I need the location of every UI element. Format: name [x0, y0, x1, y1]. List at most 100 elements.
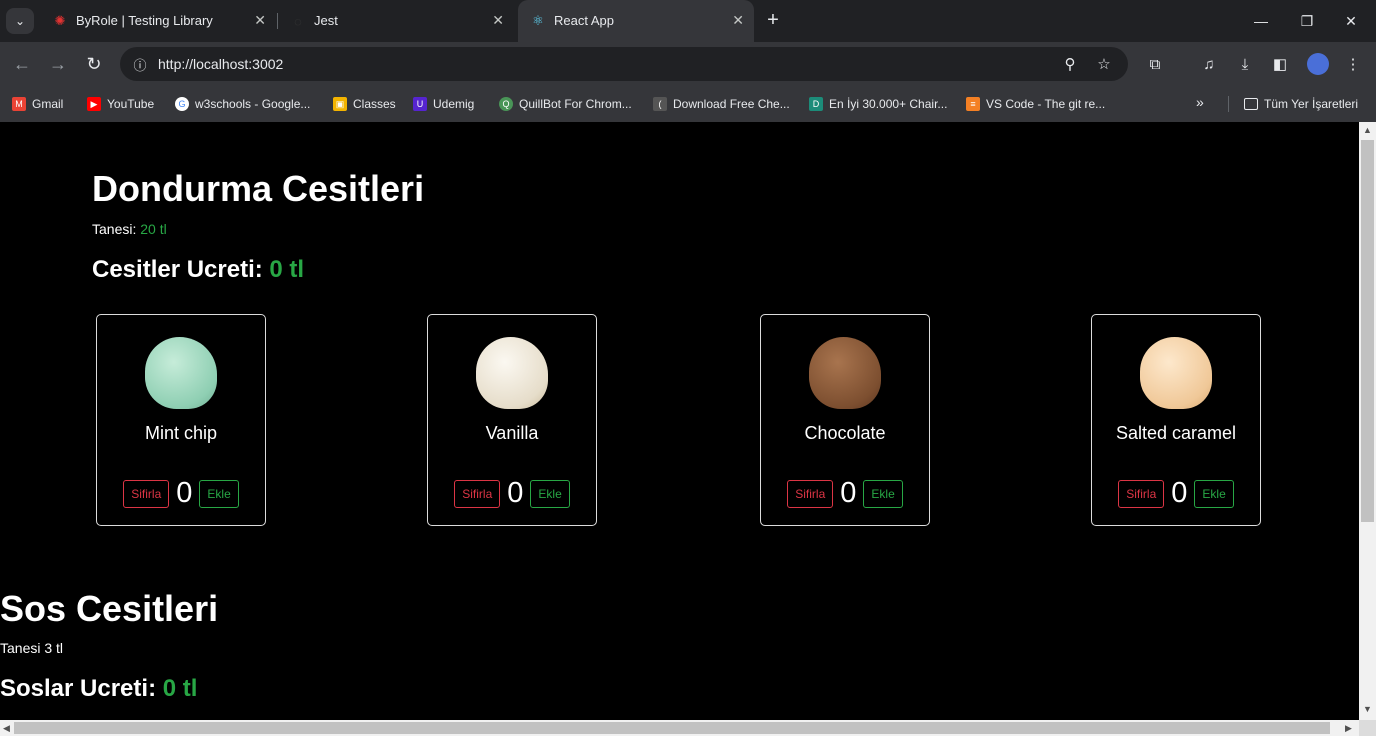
bookmark-classes[interactable]: ▣ Classes: [333, 95, 396, 113]
ice-unit-price: Tanesi: 20 tl: [92, 221, 167, 237]
site-info-icon[interactable]: ⓘ: [130, 54, 150, 74]
extensions-icon[interactable]: ⧉: [1143, 52, 1167, 76]
bookmark-label: VS Code - The git re...: [986, 97, 1106, 111]
flavor-name: Salted caramel: [1115, 423, 1237, 443]
forward-button[interactable]: →: [46, 52, 70, 76]
bookmark-label: Download Free Che...: [673, 97, 790, 111]
arrow-left-icon: ←: [13, 53, 31, 74]
bookmarks-divider: [1228, 96, 1229, 112]
salted-caramel-image: [1140, 337, 1212, 409]
flavor-card-vanilla: Vanilla Sifirla 0 Ekle: [427, 314, 597, 526]
download-icon[interactable]: ⤓: [1233, 52, 1257, 76]
scroll-up-icon[interactable]: ▲: [1363, 125, 1372, 135]
chocolate-image: [809, 337, 881, 409]
mint-chip-image: [145, 337, 217, 409]
udemy-icon: U: [413, 97, 427, 111]
flavor-count: 0: [840, 477, 857, 509]
ice-total-value: 0 tl: [269, 256, 305, 283]
address-bar[interactable]: ⓘ http://localhost:3002 ⚲ ☆: [120, 47, 1128, 81]
back-button[interactable]: ←: [10, 52, 34, 76]
tab-react-app[interactable]: ⚛ React App ✕: [518, 0, 754, 42]
tab-search-button[interactable]: ⌄: [6, 8, 34, 34]
bookmark-label: QuillBot For Chrom...: [519, 97, 632, 111]
scroll-down-icon[interactable]: ▼: [1363, 704, 1372, 714]
bookmark-label: Udemig: [433, 97, 475, 111]
flavor-controls: Sifirla 0 Ekle: [428, 477, 596, 510]
minimize-button[interactable]: —: [1241, 8, 1281, 34]
vertical-scroll-thumb[interactable]: [1361, 140, 1374, 522]
ice-unit-label: Tanesi:: [92, 221, 137, 237]
tab-jest[interactable]: ◌ Jest ✕: [278, 0, 514, 42]
flavor-card-chocolate: Chocolate Sifirla 0 Ekle: [760, 314, 930, 526]
scrollbar-corner: [1359, 720, 1376, 736]
flavor-count: 0: [1171, 477, 1188, 509]
bookmarks-bar: M Gmail ▶ YouTube Gw3schools - Google... ▣…: [0, 86, 1376, 123]
tab-strip: ⌄ ✺ ByRole | Testing Library ✕ ◌ Jest ✕ …: [0, 0, 1376, 42]
menu-kebab-icon[interactable]: ⋮: [1341, 52, 1365, 76]
flavor-controls: Sifirla 0 Ekle: [1092, 477, 1260, 510]
bookmark-label: w3schools - Google...: [195, 97, 311, 111]
reset-button[interactable]: Sifirla: [123, 479, 170, 508]
close-window-button[interactable]: ✕: [1331, 8, 1371, 34]
more-bookmarks-icon[interactable]: »: [1196, 94, 1204, 110]
ice-unit-value: 20 tl: [140, 221, 167, 237]
scroll-right-icon[interactable]: ▶: [1345, 723, 1352, 734]
new-tab-button[interactable]: +: [762, 10, 784, 32]
reload-icon: ↻: [86, 53, 102, 74]
horizontal-scroll-thumb[interactable]: [14, 722, 1330, 734]
vanilla-image: [476, 337, 548, 409]
add-button[interactable]: Ekle: [199, 479, 239, 508]
add-button[interactable]: Ekle: [863, 479, 903, 508]
tab-byrole[interactable]: ✺ ByRole | Testing Library ✕: [40, 0, 276, 42]
sauce-title: Sos Cesitleri: [0, 588, 219, 629]
url-text[interactable]: http://localhost:3002: [158, 56, 283, 72]
restore-button[interactable]: ❐: [1287, 8, 1327, 34]
flavor-name: Vanilla: [485, 423, 539, 443]
bookmark-label: Classes: [353, 97, 396, 111]
browser-toolbar: ← → ↻ ⓘ http://localhost:3002 ⚲ ☆ ⧉ ♫ ⤓ …: [0, 42, 1376, 86]
chevron-down-icon: ⌄: [14, 14, 26, 28]
bookmark-w3schools[interactable]: Gw3schools - Google...: [175, 95, 310, 113]
gmail-icon: M: [12, 97, 26, 111]
sauce-total-value: 0 tl: [162, 675, 198, 702]
add-button[interactable]: Ekle: [1194, 479, 1234, 508]
bookmark-vscode-git[interactable]: ≡ VS Code - The git re...: [966, 95, 1105, 113]
sauce-unit-price: Tanesi 3 tl: [0, 640, 64, 656]
google-icon: G: [175, 97, 189, 111]
media-control-icon[interactable]: ♫: [1197, 52, 1221, 76]
add-button[interactable]: Ekle: [530, 479, 570, 508]
flavor-card-salted-caramel: Salted caramel Sifirla 0 Ekle: [1091, 314, 1261, 526]
reset-button[interactable]: Sifirla: [787, 479, 834, 508]
all-bookmarks-folder[interactable]: Tüm Yer İşaretleri: [1244, 95, 1358, 113]
bookmark-download-free[interactable]: (Download Free Che...: [653, 95, 790, 113]
classroom-icon: ▣: [333, 97, 347, 111]
flavor-count: 0: [507, 477, 524, 509]
zoom-icon[interactable]: ⚲: [1060, 54, 1080, 74]
bookmark-quillbot[interactable]: Q QuillBot For Chrom...: [499, 95, 632, 113]
bookmark-youtube[interactable]: ▶ YouTube: [87, 95, 154, 113]
bookmark-label: Tüm Yer İşaretleri: [1264, 97, 1359, 111]
reload-button[interactable]: ↻: [82, 52, 106, 76]
flavor-name: Mint chip: [144, 423, 218, 443]
stackoverflow-icon: ≡: [966, 97, 980, 111]
ice-cream-title: Dondurma Cesitleri: [92, 168, 425, 209]
bookmark-label: En İyi 30.000+ Chair...: [829, 97, 948, 111]
profile-avatar[interactable]: [1307, 53, 1329, 75]
bookmark-udemig[interactable]: U Udemig: [413, 95, 474, 113]
bookmark-star-icon[interactable]: ☆: [1094, 54, 1114, 74]
bookmark-chair[interactable]: D En İyi 30.000+ Chair...: [809, 95, 947, 113]
ice-total: Cesitler Ucreti: 0 tl: [92, 256, 304, 284]
close-tab-icon[interactable]: ✕: [732, 12, 744, 29]
bookmark-label: Gmail: [32, 97, 64, 111]
ice-total-label: Cesitler Ucreti:: [92, 256, 263, 283]
flavor-card-mint-chip: Mint chip Sifirla 0 Ekle: [96, 314, 266, 526]
scroll-left-icon[interactable]: ◀: [3, 723, 10, 734]
close-tab-icon[interactable]: ✕: [254, 12, 266, 29]
tab-title: Jest: [314, 13, 338, 28]
reset-button[interactable]: Sifirla: [454, 479, 501, 508]
close-tab-icon[interactable]: ✕: [492, 12, 504, 29]
bookmark-gmail[interactable]: M Gmail: [12, 95, 63, 113]
freepik-icon: D: [809, 97, 823, 111]
reset-button[interactable]: Sifirla: [1118, 479, 1165, 508]
side-panel-icon[interactable]: ◧: [1268, 52, 1292, 76]
